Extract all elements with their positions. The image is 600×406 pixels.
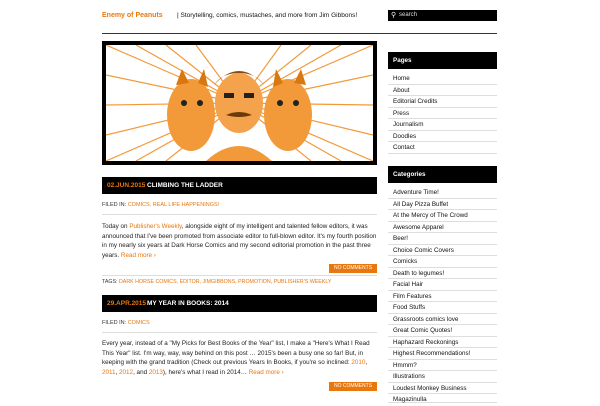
excerpt-text: ), here's what I read in 2014…	[162, 368, 249, 376]
sidebar-category-item[interactable]: Death to legumes!	[388, 268, 497, 279]
site-tagline: | Storytelling, comics, mustaches, and m…	[177, 12, 358, 19]
sidebar-item-journalism[interactable]: Journalism	[388, 119, 497, 131]
read-more-link[interactable]: Read more ›	[249, 369, 284, 376]
categories-widget-title: Categories	[388, 166, 497, 183]
post-excerpt: Every year, instead of a "My Picks for B…	[102, 340, 370, 376]
sidebar-category-item[interactable]: Film Features	[388, 291, 497, 302]
post-tags: TAGS: DARK HORSE COMICS, EDITOR, JIMGIBB…	[102, 279, 331, 285]
sidebar-category-item[interactable]: Great Comic Quotes!	[388, 325, 497, 337]
sidebar-category-item[interactable]: Illustrations	[388, 371, 497, 383]
search-input[interactable]: ⚲ search	[388, 10, 497, 21]
sidebar-category-item[interactable]: Adventure Time!	[388, 187, 497, 199]
excerpt-text: Today on	[102, 223, 130, 230]
post-date: 02.JUN.2015	[107, 182, 146, 189]
tags-label: TAGS:	[102, 279, 118, 285]
read-more-link[interactable]: Read more ›	[121, 252, 156, 259]
sidebar-category-item[interactable]: Hmmm?	[388, 360, 497, 371]
sidebar-item-doodles[interactable]: Doodles	[388, 131, 497, 142]
filed-in-label: FILED IN:	[102, 202, 127, 208]
publishers-weekly-link[interactable]: Publisher's Weekly	[129, 223, 181, 230]
comments-button[interactable]: NO COMMENTS	[329, 382, 377, 391]
sidebar-item-home[interactable]: Home	[388, 73, 497, 85]
divider	[102, 275, 377, 276]
sidebar-item-press[interactable]: Press	[388, 108, 497, 119]
pages-list: Home About Editorial Credits Press Journ…	[388, 73, 497, 154]
sidebar-category-item[interactable]: All Day Pizza Buffet	[388, 199, 497, 210]
year-link-2010[interactable]: 2010	[351, 359, 365, 366]
sidebar-item-contact[interactable]: Contact	[388, 142, 497, 154]
sidebar-category-item[interactable]: Magazinulla	[388, 394, 497, 403]
post-excerpt: Today on Publisher's Weekly, alongside e…	[102, 222, 377, 260]
excerpt-text: , and	[133, 368, 149, 376]
search-placeholder: search	[399, 12, 418, 18]
sidebar-category-item[interactable]: Loudest Monkey Business	[388, 383, 497, 394]
search-icon: ⚲	[391, 12, 397, 19]
comments-button[interactable]: NO COMMENTS	[329, 264, 377, 273]
year-link-2013[interactable]: 2013	[149, 369, 163, 376]
sidebar-category-item[interactable]: Beer!	[388, 233, 497, 245]
site-title-link[interactable]: Enemy of Peanuts	[102, 12, 163, 19]
year-link-2012[interactable]: 2012	[119, 369, 133, 376]
post-title-link[interactable]: My Year in Books: 2014	[147, 300, 229, 307]
sidebar-item-about[interactable]: About	[388, 85, 497, 96]
post-filed-in: FILED IN: COMICS, REAL LIFE HAPPENINGS!	[102, 202, 219, 208]
pages-title: Pages	[393, 57, 412, 64]
year-link-2011[interactable]: 2011	[102, 369, 116, 376]
pages-widget-title: Pages	[388, 52, 497, 69]
sidebar-category-item[interactable]: Comicks	[388, 256, 497, 268]
sidebar-category-item[interactable]: Awesome Apparel	[388, 222, 497, 233]
post-date: 29.APR.2015	[107, 300, 147, 307]
sidebar-category-item[interactable]: At the Mercy of The Crowd	[388, 210, 497, 222]
post-categories-link[interactable]: COMICS	[128, 320, 150, 326]
post-filed-in: FILED IN: COMICS	[102, 320, 150, 326]
post-title-bar: 29.APR.2015 My Year in Books: 2014	[102, 295, 377, 312]
sidebar-category-item[interactable]: Food Stuffs	[388, 302, 497, 314]
categories-list: Adventure Time! All Day Pizza Buffet At …	[388, 187, 497, 403]
tags-links[interactable]: DARK HORSE COMICS, EDITOR, JIMGIBBONS, P…	[119, 279, 331, 285]
divider	[102, 332, 377, 333]
divider	[102, 214, 377, 215]
categories-title: Categories	[393, 171, 426, 178]
post-title-link[interactable]: Climbing the Ladder	[147, 182, 223, 189]
hero-banner-image	[102, 41, 377, 165]
post-title-bar: 02.JUN.2015 Climbing the Ladder	[102, 177, 377, 194]
sidebar-category-item[interactable]: Grassroots comics love	[388, 314, 497, 325]
sidebar-category-item[interactable]: Facial Hair	[388, 279, 497, 291]
filed-in-label: FILED IN:	[102, 320, 127, 326]
post-categories-link[interactable]: COMICS, REAL LIFE HAPPENINGS!	[128, 202, 219, 208]
sidebar-category-item[interactable]: Highest Recommendations!	[388, 348, 497, 360]
sidebar-category-item[interactable]: Haphazard Reckonings	[388, 337, 497, 348]
excerpt-text: Every year, instead of a "My Picks for B…	[102, 340, 370, 367]
sidebar-item-editorial-credits[interactable]: Editorial Credits	[388, 96, 497, 108]
sidebar-category-item[interactable]: Choice Comic Covers	[388, 245, 497, 256]
